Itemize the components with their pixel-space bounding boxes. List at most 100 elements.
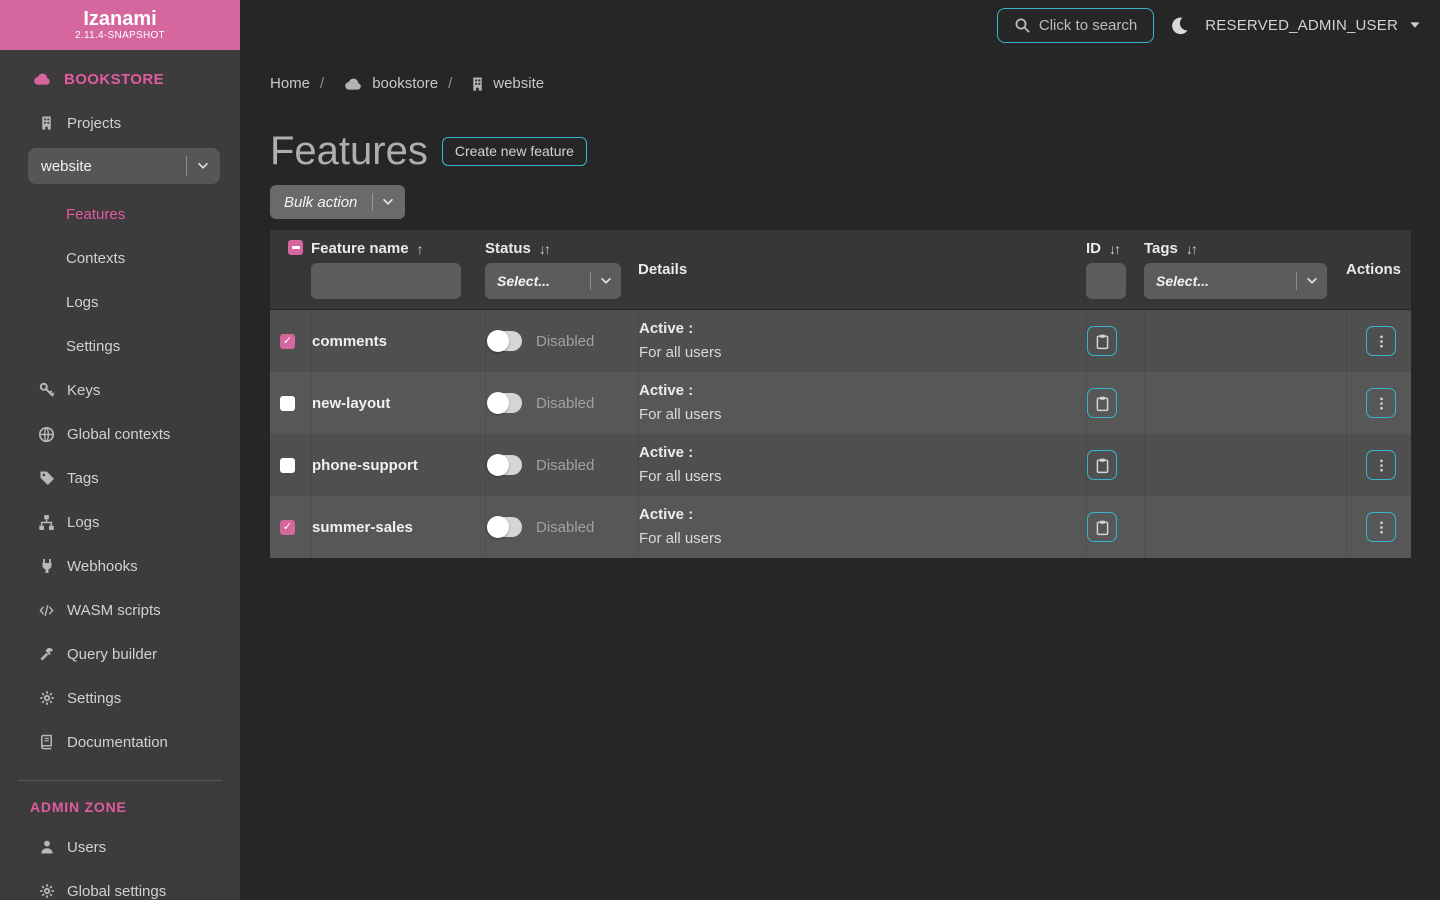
- table-row: summer-sales Disabled Active : For all u…: [270, 496, 1411, 558]
- id-filter-input[interactable]: [1086, 263, 1126, 299]
- sidebar-item[interactable]: Tags: [0, 456, 240, 500]
- dark-mode-toggle-icon[interactable]: [1170, 16, 1189, 35]
- feature-name: phone-support: [312, 457, 418, 474]
- feature-toggle[interactable]: [488, 455, 522, 475]
- sidebar-item-projects[interactable]: Projects: [0, 101, 240, 145]
- sidebar-item-icon: [38, 734, 55, 750]
- table-row: phone-support Disabled Active : For all …: [270, 434, 1411, 496]
- project-submenu: Features Contexts Logs Settings: [0, 192, 240, 368]
- create-feature-button[interactable]: Create new feature: [442, 137, 587, 166]
- details-text: For all users: [639, 403, 722, 427]
- select-divider: [1296, 272, 1297, 290]
- sidebar-item-label: Users: [67, 839, 106, 856]
- sidebar-item[interactable]: Users: [0, 825, 240, 869]
- user-menu[interactable]: RESERVED_ADMIN_USER: [1205, 17, 1422, 34]
- column-header-tags[interactable]: Tags ↓↑: [1144, 240, 1346, 257]
- column-header-id[interactable]: ID ↓↑: [1086, 240, 1144, 257]
- sidebar-subitem[interactable]: Settings: [0, 324, 240, 368]
- row-checkbox[interactable]: [280, 334, 295, 349]
- app-logo[interactable]: Izanami 2.11.4-SNAPSHOT: [0, 0, 240, 50]
- sidebar-item-label: Logs: [67, 514, 100, 531]
- sidebar-item-icon: [38, 839, 55, 855]
- chevron-down-icon: [599, 274, 613, 288]
- copy-id-button[interactable]: [1087, 450, 1117, 480]
- sidebar-item-label: Global contexts: [67, 426, 170, 443]
- feature-status-label: Disabled: [536, 395, 594, 412]
- feature-toggle[interactable]: [488, 393, 522, 413]
- toggle-knob: [487, 454, 509, 476]
- sidebar-item-icon: [38, 382, 55, 398]
- sidebar-subitem-label: Logs: [66, 294, 99, 311]
- breadcrumb-item[interactable]: Home: [270, 74, 310, 94]
- copy-id-button[interactable]: [1087, 388, 1117, 418]
- topbar-right: Click to search RESERVED_ADMIN_USER: [997, 8, 1440, 43]
- sidebar-item[interactable]: WASM scripts: [0, 588, 240, 632]
- sidebar-item[interactable]: Webhooks: [0, 544, 240, 588]
- sidebar-subitem[interactable]: Logs: [0, 280, 240, 324]
- details-title: Active :: [639, 379, 693, 403]
- sidebar-item[interactable]: Global settings: [0, 869, 240, 900]
- sidebar-item[interactable]: Settings: [0, 676, 240, 720]
- breadcrumb-item[interactable]: website: [438, 74, 544, 94]
- tags-cell: [1144, 434, 1346, 496]
- admin-zone-label: ADMIN ZONE: [0, 789, 240, 825]
- building-icon: [38, 115, 55, 131]
- toggle-knob: [487, 516, 509, 538]
- sidebar-subitem-label: Features: [66, 206, 125, 223]
- tenant-name: BOOKSTORE: [64, 71, 164, 88]
- search-button[interactable]: Click to search: [997, 8, 1154, 43]
- feature-name-filter-input[interactable]: [311, 263, 461, 299]
- sidebar-item-icon: [38, 514, 55, 531]
- feature-status-label: Disabled: [536, 519, 594, 536]
- sidebar-item-label: WASM scripts: [67, 602, 161, 619]
- project-select[interactable]: website: [28, 148, 220, 184]
- sidebar-item[interactable]: Keys: [0, 368, 240, 412]
- row-actions-button[interactable]: [1366, 326, 1396, 356]
- sidebar-item-label: Keys: [67, 382, 100, 399]
- feature-toggle[interactable]: [488, 517, 522, 537]
- row-actions-button[interactable]: [1366, 388, 1396, 418]
- details-text: For all users: [639, 527, 722, 551]
- sidebar-item-label: Settings: [67, 690, 121, 707]
- status-filter-select[interactable]: Select...: [485, 263, 621, 299]
- column-header-status[interactable]: Status ↓↑: [485, 240, 638, 257]
- sidebar-subitem[interactable]: Features: [0, 192, 240, 236]
- table-header: Feature name ↑ Status ↓↑ Select... De: [270, 230, 1411, 310]
- breadcrumb-icon: [342, 75, 364, 93]
- tenant-selector[interactable]: BOOKSTORE: [0, 57, 240, 101]
- column-header-actions: Actions: [1346, 261, 1411, 278]
- column-header-feature-name[interactable]: Feature name ↑: [311, 240, 485, 257]
- app-version: 2.11.4-SNAPSHOT: [75, 30, 165, 42]
- user-name: RESERVED_ADMIN_USER: [1205, 17, 1398, 34]
- sidebar-item-icon: [38, 646, 55, 662]
- table-row: new-layout Disabled Active : For all use…: [270, 372, 1411, 434]
- row-actions-button[interactable]: [1366, 450, 1396, 480]
- sidebar-item[interactable]: Global contexts: [0, 412, 240, 456]
- sidebar-subitem[interactable]: Contexts: [0, 236, 240, 280]
- copy-id-button[interactable]: [1087, 326, 1117, 356]
- feature-toggle[interactable]: [488, 331, 522, 351]
- bulk-action-button[interactable]: Bulk action: [270, 185, 405, 219]
- breadcrumb-label: bookstore: [372, 74, 438, 94]
- row-actions-button[interactable]: [1366, 512, 1396, 542]
- feature-name: new-layout: [312, 395, 390, 412]
- topbar: Izanami 2.11.4-SNAPSHOT Click to search …: [0, 0, 1440, 50]
- row-checkbox[interactable]: [280, 396, 295, 411]
- sidebar-item-icon: [38, 426, 55, 443]
- select-all-checkbox[interactable]: [288, 240, 303, 255]
- main-content: Home bookstore website Features Create n…: [240, 50, 1440, 900]
- breadcrumb: Home bookstore website: [270, 74, 1410, 94]
- sidebar-item[interactable]: Query builder: [0, 632, 240, 676]
- tags-filter-select[interactable]: Select...: [1144, 263, 1327, 299]
- feature-status-label: Disabled: [536, 457, 594, 474]
- sidebar-item[interactable]: Logs: [0, 500, 240, 544]
- breadcrumb-item[interactable]: bookstore: [310, 74, 438, 94]
- sidebar-item-label: Webhooks: [67, 558, 138, 575]
- row-checkbox[interactable]: [280, 458, 295, 473]
- search-icon: [1014, 17, 1030, 33]
- copy-id-button[interactable]: [1087, 512, 1117, 542]
- details-text: For all users: [639, 465, 722, 489]
- select-divider: [590, 272, 591, 290]
- sidebar-item[interactable]: Documentation: [0, 720, 240, 764]
- row-checkbox[interactable]: [280, 520, 295, 535]
